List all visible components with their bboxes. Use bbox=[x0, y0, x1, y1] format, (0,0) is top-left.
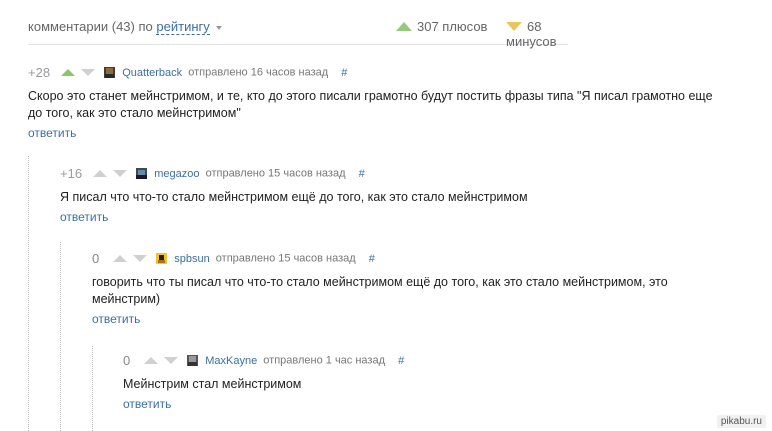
comment: +16 megazoo отправлено 15 часов назад # … bbox=[60, 166, 740, 224]
comment: +28 Quatterback отправлено 16 часов наза… bbox=[28, 65, 728, 140]
reply-link[interactable]: ответить bbox=[92, 312, 712, 326]
site-watermark: pikabu.ru bbox=[716, 415, 766, 428]
comment-anchor-link[interactable]: # bbox=[359, 168, 365, 180]
comment-anchor-link[interactable]: # bbox=[341, 67, 347, 79]
comment-text: говорить что ты писал что что-то стало м… bbox=[92, 275, 668, 306]
comment-author[interactable]: megazoo bbox=[154, 168, 199, 180]
comment-time: отправлено 1 час назад bbox=[263, 354, 386, 367]
avatar[interactable] bbox=[156, 253, 168, 264]
comment-text: Я писал что что-то стало мейнстримом ещё… bbox=[60, 190, 528, 204]
comment-author[interactable]: Quatterback bbox=[122, 67, 182, 79]
sort-by-rating-link[interactable]: рейтингу bbox=[156, 19, 210, 35]
vote-up-icon[interactable] bbox=[61, 69, 76, 76]
comments-count-label: комментарии (43) по bbox=[28, 19, 153, 34]
comment-score: +16 bbox=[60, 166, 83, 181]
minus-arrow-icon bbox=[506, 22, 522, 31]
comment-author[interactable]: MaxKayne bbox=[205, 355, 257, 367]
comment-score: 0 bbox=[123, 353, 131, 368]
reply-link[interactable]: ответить bbox=[60, 210, 740, 224]
plus-count-label: 307 плюсов bbox=[417, 19, 488, 34]
comment-text: Скоро это станет мейнстримом, и те, кто … bbox=[28, 89, 713, 120]
vote-down-icon[interactable] bbox=[81, 69, 96, 76]
vote-down-icon[interactable] bbox=[164, 357, 179, 364]
comment: 0 MaxKayne отправлено 1 час назад # Мейн… bbox=[123, 353, 703, 411]
plus-count: 307 плюсов bbox=[396, 19, 487, 34]
vote-up-icon[interactable] bbox=[113, 255, 128, 262]
avatar[interactable] bbox=[187, 355, 199, 366]
vote-down-icon[interactable] bbox=[133, 255, 148, 262]
vote-up-icon[interactable] bbox=[93, 170, 108, 177]
reply-link[interactable]: ответить bbox=[28, 126, 728, 140]
thread-line-level-1 bbox=[28, 156, 29, 431]
comment-author[interactable]: spbsun bbox=[174, 253, 209, 265]
comment: 0 spbsun отправлено 15 часов назад # гов… bbox=[92, 251, 712, 326]
comment-anchor-link[interactable]: # bbox=[369, 253, 375, 265]
comment-time: отправлено 16 часов назад bbox=[188, 66, 329, 79]
vote-up-icon[interactable] bbox=[144, 357, 159, 364]
comments-title: комментарии (43) по рейтингу bbox=[28, 19, 222, 35]
comment-time: отправлено 15 часов назад bbox=[215, 252, 356, 265]
comment-meta: +28 Quatterback отправлено 16 часов наза… bbox=[28, 65, 728, 83]
vote-down-icon[interactable] bbox=[113, 170, 128, 177]
comment-meta: 0 spbsun отправлено 15 часов назад # bbox=[92, 251, 712, 269]
comment-score: +28 bbox=[28, 65, 51, 80]
plus-arrow-icon bbox=[396, 22, 412, 31]
avatar[interactable] bbox=[104, 67, 116, 78]
comments-header: комментарии (43) по рейтингу 307 плюсов … bbox=[28, 16, 568, 49]
comment-anchor-link[interactable]: # bbox=[398, 355, 404, 367]
chevron-down-icon[interactable] bbox=[215, 25, 222, 30]
reply-link[interactable]: ответить bbox=[123, 397, 703, 411]
avatar[interactable] bbox=[136, 168, 148, 179]
thread-line-level-3 bbox=[92, 346, 93, 431]
comment-time: отправлено 15 часов назад bbox=[205, 167, 346, 180]
thread-line-level-2 bbox=[60, 242, 61, 431]
comment-score: 0 bbox=[92, 251, 100, 266]
minus-count: 68 минусов bbox=[506, 19, 568, 49]
comment-text: Мейнстрим стал мейнстримом bbox=[123, 377, 302, 391]
comment-meta: 0 MaxKayne отправлено 1 час назад # bbox=[123, 353, 703, 371]
comment-meta: +16 megazoo отправлено 15 часов назад # bbox=[60, 166, 740, 184]
